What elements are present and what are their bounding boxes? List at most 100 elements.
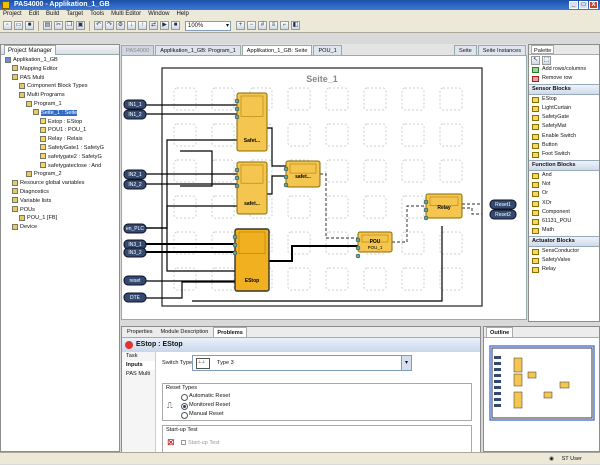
reset-option-radio[interactable]: Automatic Reset [179,392,230,401]
cut-icon[interactable]: ✂ [54,21,63,30]
tree-node[interactable]: Mapping Editor [3,65,119,74]
palette-tool-remove-row[interactable]: Remove row [529,74,599,83]
startup-test-checkbox[interactable]: Start-up Test [181,440,220,446]
menu-project[interactable]: Project [3,10,22,19]
new-icon[interactable]: ▫ [3,21,12,30]
tree-node[interactable]: Component Block Types [3,82,119,91]
zoom-out-icon[interactable]: − [247,21,256,30]
palette-title[interactable]: Palette [531,45,555,54]
editor-tab-program[interactable]: Applikation_1_GB: Program_1 [155,45,241,55]
palette-item[interactable]: LightCurtain [529,104,599,113]
palette-drawer-header[interactable]: Actuator Blocks [529,235,599,247]
zoom-select[interactable]: 100% [185,20,231,31]
palette-drawer-header[interactable]: Sensor Blocks [529,83,599,95]
tree-node[interactable]: Device [3,223,119,232]
palette-item[interactable]: Math [529,226,599,235]
tree-node[interactable]: SafetyGate1 : SafetyG [3,144,119,153]
tab-properties[interactable]: Properties [124,327,156,337]
palette-item[interactable]: Button [529,141,599,150]
editor-right-tab-seite[interactable]: Seite [454,45,477,55]
palette-item[interactable]: SafetyGate [529,113,599,122]
palette-item[interactable]: Foot Switch [529,150,599,159]
reset-option-radio[interactable]: Manual Reset [179,410,230,419]
palette-item[interactable]: Relay [529,265,599,274]
connect-icon[interactable]: ⇄ [149,21,158,30]
build-icon[interactable]: ⚙ [116,21,125,30]
palette-item[interactable]: Not [529,180,599,189]
close-button[interactable]: X [589,1,598,9]
zoom-in-icon[interactable]: + [236,21,245,30]
minimize-button[interactable]: _ [569,1,578,9]
menu-build[interactable]: Build [46,10,59,19]
tree-node[interactable]: Applikation_1_GB [3,56,119,65]
editor-tab-pou[interactable]: POU_1 [313,45,342,55]
tree-node[interactable]: POU_1 [FB] [3,214,119,223]
menu-multi-editor[interactable]: Multi Editor [111,10,141,19]
run-icon[interactable]: ▶ [160,21,169,30]
tree-node[interactable]: Seite_1 : Seite [3,109,119,118]
dropdown-arrow-icon[interactable]: ▾ [401,356,411,370]
select-icon[interactable]: ↖ [531,56,540,65]
palette-item[interactable]: Enable Switch [529,132,599,141]
tree-node[interactable]: Variable lists [3,197,119,206]
menu-window[interactable]: Window [148,10,169,19]
maximize-button[interactable]: □ [579,1,588,9]
side-tab-pas-multi[interactable]: PAS Multi [122,370,155,379]
outline-thumbnail[interactable] [484,338,599,452]
switch-type-select[interactable]: ⊥⊥ Type 3 ▾ [192,355,412,371]
palette-item[interactable]: Component [529,208,599,217]
tree-node[interactable]: POU1 : POU_1 [3,126,119,135]
palette-drawer-header[interactable]: Function Blocks [529,159,599,171]
download-icon[interactable]: ↓ [127,21,136,30]
undo-icon[interactable]: ↶ [94,21,103,30]
palette-item[interactable]: SafetyMat [529,122,599,131]
tree-node[interactable]: Program_2 [3,170,119,179]
palette-item[interactable]: XOr [529,199,599,208]
side-tab-task[interactable]: Task [122,352,155,361]
print-icon[interactable]: ▤ [43,21,52,30]
palette-item[interactable]: SafetyValve [529,256,599,265]
tree-node[interactable]: safetygateclose : And [3,162,119,171]
tree-node[interactable]: Program_1 [3,100,119,109]
tree-node[interactable]: PAS Multi [3,74,119,83]
tree-node[interactable]: Relay : Relais [3,135,119,144]
marquee-icon[interactable]: ⬚ [542,56,551,65]
save-icon[interactable]: ■ [25,21,34,30]
stop-icon[interactable]: ■ [171,21,180,30]
align-icon[interactable]: ≡ [269,21,278,30]
tab-outline[interactable]: Outline [486,327,514,337]
editor-canvas[interactable]: Seite_1 Safet... safet... safet... EStop POU… [121,55,527,320]
open-icon[interactable]: ▭ [14,21,23,30]
tree-node[interactable]: Estop : EStop [3,118,119,127]
grid-icon[interactable]: # [258,21,267,30]
tree-node[interactable]: safetygate2 : SafetyG [3,153,119,162]
upload-icon[interactable]: ↑ [138,21,147,30]
menu-tools[interactable]: Tools [90,10,104,19]
palette-item[interactable]: SensConductor [529,247,599,256]
monitor-icon[interactable]: ◧ [291,21,300,30]
paste-icon[interactable]: ▣ [76,21,85,30]
editor-tab-seite[interactable]: Applikation_1_GB: Seite [241,45,313,55]
function-block-diagram[interactable]: Seite_1 Safet... safet... safet... EStop POU… [122,56,527,320]
reset-option-radio[interactable]: Monitored Reset [179,401,230,410]
palette-tool-add-rows[interactable]: Add rows/columns [529,65,599,74]
copy-icon[interactable]: ❐ [65,21,74,30]
wire-icon[interactable]: ⌐ [280,21,289,30]
tab-problems[interactable]: Problems [213,327,247,337]
tree-node[interactable]: Multi Programs [3,91,119,100]
palette-item[interactable]: 61131_POU [529,217,599,226]
side-tab-inputs[interactable]: Inputs [122,361,155,370]
menu-help[interactable]: Help [176,10,188,19]
tree-node[interactable]: Diagnostics [3,188,119,197]
tab-project-manager[interactable]: Project Manager [4,45,57,55]
tab-module-description[interactable]: Module Description [158,327,212,337]
tree-node[interactable]: POUs [3,206,119,215]
redo-icon[interactable]: ↷ [105,21,114,30]
palette-item[interactable]: Or [529,189,599,198]
menu-target[interactable]: Target [66,10,83,19]
palette-item[interactable]: And [529,171,599,180]
palette-item[interactable]: EStop [529,95,599,104]
editor-right-tab-instances[interactable]: Seite Instances [477,45,526,55]
menu-edit[interactable]: Edit [29,10,39,19]
tree-node[interactable]: Resource global variables [3,179,119,188]
